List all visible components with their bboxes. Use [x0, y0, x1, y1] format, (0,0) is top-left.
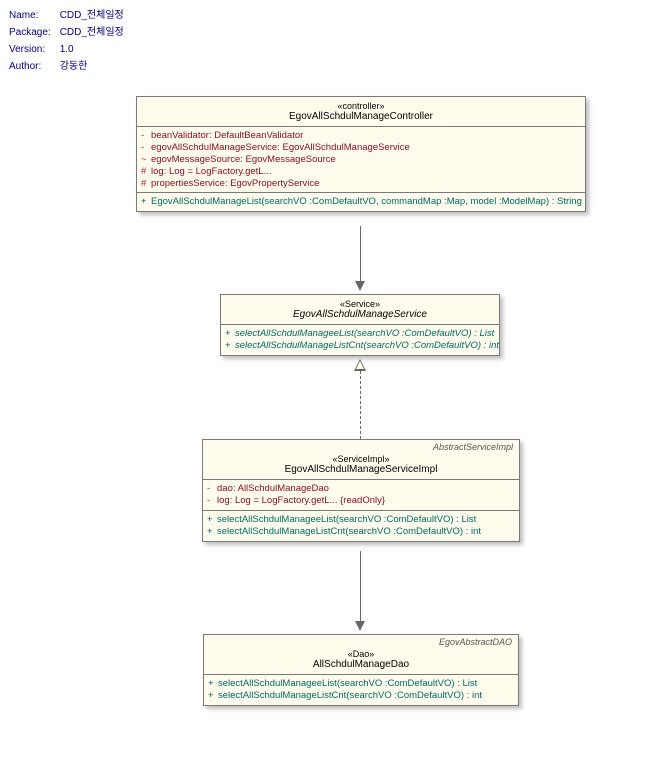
operation: selectAllSchdulManageeList(searchVO :Com…: [218, 678, 477, 689]
operation: selectAllSchdulManageListCnt(searchVO :C…: [235, 340, 499, 351]
dao-name: AllSchdulManageDao: [313, 659, 409, 670]
package-label: Package:: [8, 25, 57, 40]
meta-table: Name:CDD_전체일정 Package:CDD_전체일정 Version:1…: [6, 6, 127, 76]
connector: [360, 371, 361, 439]
arrowhead-icon: [355, 281, 365, 291]
version-label: Version:: [8, 42, 57, 57]
operation: EgovAllSchdulManageList(searchVO :ComDef…: [151, 196, 582, 207]
hollow-arrowhead-icon: [354, 359, 366, 371]
controller-stereo: «controller»: [139, 101, 583, 111]
attr: beanValidator: DefaultBeanValidator: [151, 130, 303, 141]
controller-name: EgovAllSchdulManageController: [289, 111, 433, 122]
attr: propertiesService: EgovPropertyService: [151, 178, 319, 189]
operation: selectAllSchdulManageeList(searchVO :Com…: [235, 328, 494, 339]
version-value: 1.0: [59, 42, 125, 57]
serviceimpl-parent: AbstractServiceImpl: [433, 442, 513, 452]
name-value: CDD_전체일정: [59, 8, 125, 23]
name-label: Name:: [8, 8, 57, 23]
attr: dao: AllSchdulManageDao: [217, 483, 329, 494]
class-controller: «controller» EgovAllSchdulManageControll…: [136, 96, 586, 212]
author-label: Author:: [8, 59, 57, 74]
operation: selectAllSchdulManageListCnt(searchVO :C…: [217, 526, 481, 537]
operation: selectAllSchdulManageListCnt(searchVO :C…: [218, 690, 482, 701]
service-stereo: «Service»: [223, 299, 497, 309]
dao-parent: EgovAbstractDAO: [439, 637, 512, 647]
connector: [360, 226, 361, 281]
dao-stereo: «Dao»: [206, 649, 516, 659]
class-dao: EgovAbstractDAO «Dao» AllSchdulManageDao…: [203, 634, 519, 706]
serviceimpl-stereo: «ServiceImpl»: [205, 454, 517, 464]
author-value: 강동한: [59, 59, 125, 74]
attr: log: Log = LogFactory.getL...: [151, 166, 272, 177]
connector: [360, 551, 361, 621]
attr: egovAllSchdulManageService: EgovAllSchdu…: [151, 142, 410, 153]
service-name: EgovAllSchdulManageService: [293, 309, 427, 320]
uml-diagram: «controller» EgovAllSchdulManageControll…: [6, 76, 644, 776]
serviceimpl-name: EgovAllSchdulManageServiceImpl: [285, 464, 438, 475]
package-value: CDD_전체일정: [59, 25, 125, 40]
class-service: «Service» EgovAllSchdulManageService +se…: [220, 294, 500, 356]
attr: log: Log = LogFactory.getL... {readOnly}: [217, 495, 385, 506]
operation: selectAllSchdulManageeList(searchVO :Com…: [217, 514, 476, 525]
class-serviceimpl: AbstractServiceImpl «ServiceImpl» EgovAl…: [202, 439, 520, 542]
attr: egovMessageSource: EgovMessageSource: [151, 154, 336, 165]
arrowhead-icon: [355, 621, 365, 631]
